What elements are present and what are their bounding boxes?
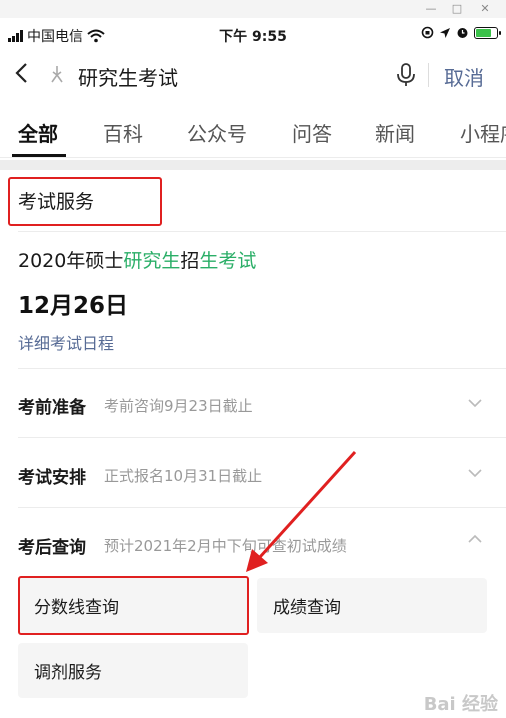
cancel-button[interactable]: 取消	[444, 62, 484, 91]
exam-date: 12月26日	[18, 293, 129, 319]
row-label: 考试安排	[18, 468, 86, 488]
tab-all[interactable]: 全部	[18, 118, 58, 147]
exam-title: 2020年硕士研究生招生考试	[18, 250, 257, 272]
watermark: Bai 经验	[423, 694, 498, 715]
chevron-down-icon	[468, 469, 482, 478]
sparkle-icon	[51, 66, 63, 83]
location-icon	[440, 27, 450, 38]
score-query-button[interactable]: 成绩查询	[257, 578, 487, 633]
minimize-icon[interactable]: —	[420, 1, 442, 17]
chevron-up-icon	[468, 534, 482, 543]
adjustment-service-button[interactable]: 调剂服务	[18, 643, 248, 698]
maximize-icon[interactable]: □	[446, 1, 468, 17]
divider	[428, 63, 429, 87]
search-bar: 研究生考试 取消	[0, 52, 506, 98]
row-subtitle: 考前咨询9月23日截止	[104, 397, 253, 415]
back-icon[interactable]	[14, 62, 36, 88]
divider	[18, 231, 506, 232]
category-tabs: 全部 百科 公众号 问答 新闻 小程序	[0, 102, 506, 158]
row-label: 考前准备	[18, 398, 86, 418]
row-subtitle: 预计2021年2月中下旬可查初试成绩	[104, 537, 347, 555]
tab-qa[interactable]: 问答	[292, 118, 332, 147]
microphone-icon[interactable]	[394, 62, 418, 88]
chevron-down-icon	[468, 399, 482, 408]
highlight-box-title	[8, 177, 162, 226]
tab-news[interactable]: 新闻	[375, 118, 415, 147]
window-chrome: — □ ✕	[0, 0, 506, 18]
section-separator	[0, 160, 506, 170]
divider	[18, 368, 506, 369]
search-input[interactable]: 研究生考试	[78, 62, 178, 91]
battery-icon	[474, 26, 501, 39]
status-bar: 中国电信 下午 9:55	[0, 20, 506, 50]
divider	[18, 507, 506, 508]
row-label: 考后查询	[18, 538, 86, 558]
row-subtitle: 正式报名10月31日截止	[104, 467, 263, 485]
close-icon[interactable]: ✕	[474, 1, 496, 17]
tab-encyclopedia[interactable]: 百科	[103, 118, 143, 147]
alarm-icon	[457, 28, 468, 38]
tab-official-accounts[interactable]: 公众号	[187, 118, 247, 147]
tab-mini-programs[interactable]: 小程序	[460, 118, 506, 147]
active-tab-indicator	[12, 154, 66, 157]
orientation-lock-icon	[421, 26, 434, 39]
schedule-link[interactable]: 详细考试日程	[18, 330, 114, 354]
divider	[18, 437, 506, 438]
highlight-box-button	[18, 576, 249, 635]
